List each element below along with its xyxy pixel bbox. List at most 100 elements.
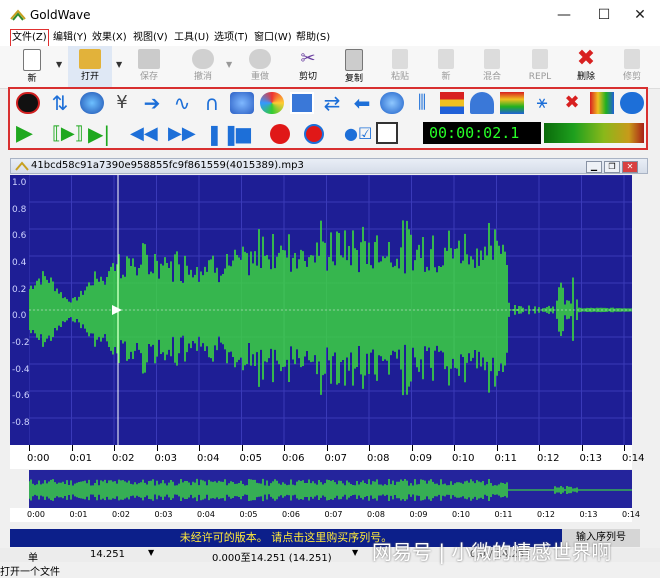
status-channel: 单	[28, 553, 38, 564]
level-meter	[544, 123, 644, 143]
amp-label: -0.4	[12, 365, 30, 375]
flanger-icon[interactable]: ∩	[200, 92, 224, 114]
time-tick	[624, 445, 625, 451]
menu-help[interactable]: 帮助(S)	[296, 30, 330, 46]
time-tick	[29, 445, 30, 451]
time-tick	[411, 445, 413, 451]
rewind-button[interactable]: ◀◀	[130, 122, 158, 146]
overview-time-label: 0:12	[537, 510, 555, 519]
time-label: 0:07	[324, 453, 347, 464]
open-dropdown-icon[interactable]: ▼	[116, 60, 122, 69]
paste-new-button[interactable]: 新	[424, 46, 468, 88]
trim-button[interactable]: 修剪	[610, 46, 654, 88]
record-button[interactable]	[270, 124, 290, 144]
menu-file[interactable]: 文件(Z)	[10, 29, 49, 47]
status-length: 14.251	[90, 549, 125, 560]
reverb-icon[interactable]: ∿	[170, 92, 194, 114]
copy-button[interactable]: 复制	[332, 46, 376, 88]
play-to-end-button[interactable]: ▶|	[88, 122, 114, 146]
stereo-icon[interactable]	[620, 92, 644, 114]
pitch-icon[interactable]: ➔	[140, 92, 164, 114]
amp-label: -0.8	[12, 418, 30, 428]
play-selection-button[interactable]: ⟦▶⟧	[52, 122, 84, 146]
volume-change-icon[interactable]: ⇅	[48, 92, 72, 114]
invert-icon[interactable]	[380, 92, 404, 114]
replace-label: REPL	[528, 72, 552, 82]
control-properties-button[interactable]	[376, 122, 398, 144]
time-tick	[199, 445, 200, 451]
time-label: 0:08	[367, 453, 390, 464]
time-tick	[581, 445, 583, 451]
menu-tools[interactable]: 工具(U)	[174, 30, 209, 46]
menu-effects[interactable]: 效果(X)	[92, 30, 127, 46]
overview-time-label: 0:06	[282, 510, 300, 519]
time-label: 0:14	[622, 453, 645, 464]
time-ruler[interactable]: 0:00 0:01 0:02 0:03 0:04 0:05 0:06 0:07 0:08 0:09…	[10, 445, 644, 469]
new-button[interactable]: 新	[10, 46, 54, 88]
close-button[interactable]: ✕	[620, 4, 660, 26]
equalizer-icon[interactable]	[290, 92, 314, 114]
doc-minimize-button[interactable]: ▁	[586, 161, 602, 173]
stop-effect-icon[interactable]	[16, 92, 40, 114]
undo-button[interactable]: 撤消	[181, 46, 225, 88]
goldwave-doc-icon	[15, 161, 29, 171]
echo-icon[interactable]	[80, 92, 104, 114]
save-button[interactable]: 保存	[127, 46, 171, 88]
spectrum-filter-icon[interactable]	[500, 92, 524, 114]
overview-time-label: 0:00	[27, 510, 45, 519]
fast-forward-button[interactable]: ▶▶	[168, 122, 196, 146]
replace-button[interactable]: REPL	[518, 46, 562, 88]
delete-button[interactable]: ✖ 删除	[564, 46, 608, 88]
menu-edit[interactable]: 编辑(Y)	[53, 30, 87, 46]
minimize-button[interactable]: —	[544, 4, 584, 26]
amp-label: -0.6	[12, 391, 30, 401]
undo-icon	[192, 49, 214, 69]
mix-button[interactable]: 混合	[470, 46, 514, 88]
doc-restore-button[interactable]: ❐	[604, 161, 620, 173]
mechanize-icon[interactable]	[260, 92, 284, 114]
lowpass-icon[interactable]	[470, 92, 494, 114]
silence-reduction-icon[interactable]: ⚹	[530, 92, 554, 114]
time-label: 0:02	[112, 453, 135, 464]
menu-options[interactable]: 选项(T)	[214, 30, 248, 46]
maximize-button[interactable]: ☐	[584, 4, 624, 26]
waveform-display[interactable]	[28, 174, 632, 445]
cut-icon: ✂	[300, 48, 316, 69]
stop-button[interactable]: ■	[234, 122, 260, 146]
overview-waveform[interactable]	[28, 470, 632, 510]
remove-clicks-icon[interactable]: ✖	[560, 92, 584, 114]
bandpass-icon[interactable]: ⫼	[410, 92, 434, 114]
doc-close-button[interactable]: ✕	[622, 161, 638, 173]
time-label: 0:03	[154, 453, 177, 464]
doppler-icon[interactable]	[230, 92, 254, 114]
status-selection: 0.000至14.251 (14.251)	[212, 553, 332, 564]
open-button[interactable]: 打开	[68, 46, 112, 88]
menu-window[interactable]: 窗口(W)	[254, 30, 292, 46]
play-button[interactable]: ▶	[16, 122, 42, 146]
time-tick	[241, 445, 243, 451]
pause-button[interactable]: ❚❚	[206, 122, 240, 146]
status-hint: 打开一个文件	[0, 567, 60, 578]
time-label: 0:01	[69, 453, 92, 464]
status-dropdown-icon[interactable]: ▼	[148, 548, 154, 557]
record-monitor-button[interactable]: ●☑	[344, 122, 372, 146]
record-selection-button[interactable]	[304, 124, 324, 144]
cut-button[interactable]: ✂ 剪切	[286, 46, 330, 88]
new-dropdown-icon[interactable]: ▼	[56, 60, 62, 69]
paste-button[interactable]: 粘贴	[378, 46, 422, 88]
selection-dropdown-icon[interactable]: ▼	[352, 548, 358, 557]
pan-icon[interactable]	[590, 92, 614, 114]
save-label: 保存	[139, 72, 158, 82]
reverse-icon[interactable]: ⬅	[350, 92, 374, 114]
undo-dropdown-icon[interactable]: ▼	[226, 60, 232, 69]
fade-icon[interactable]: ⇄	[320, 92, 344, 114]
overview-path	[28, 478, 632, 502]
overview-time-label: 0:01	[69, 510, 88, 519]
overview-time-label: 0:13	[579, 510, 598, 519]
dynamics-icon[interactable]	[440, 92, 464, 114]
title-bar: GoldWave — ☐ ✕	[0, 0, 660, 30]
menu-view[interactable]: 视图(V)	[133, 30, 168, 46]
noise-reduction-icon[interactable]: ¥	[110, 92, 134, 114]
redo-button[interactable]: 重做	[238, 46, 282, 88]
time-display: 00:00:02.1	[423, 122, 541, 144]
